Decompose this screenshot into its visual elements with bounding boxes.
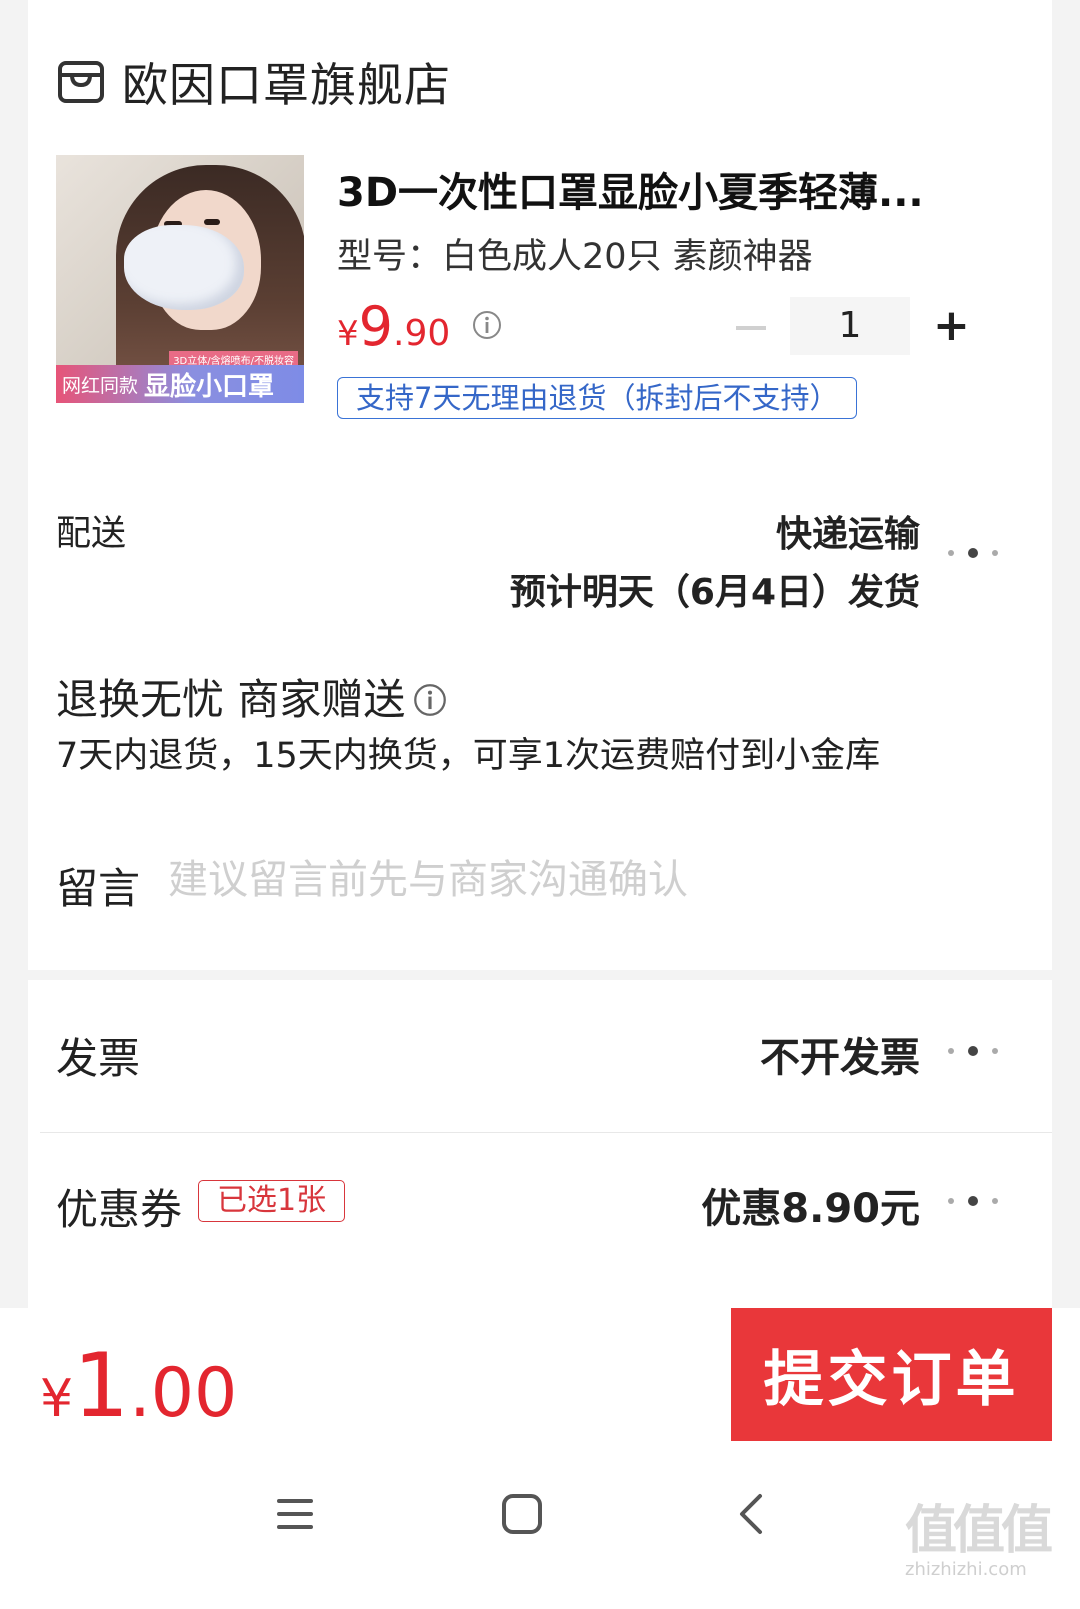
order-card: 欧因口罩旗舰店 3D立体/含熔喷布/不脱妆容 网红同款 显脸小口罩 3D一次性口…: [28, 0, 1052, 970]
delivery-more-icon[interactable]: [948, 548, 998, 558]
divider: [40, 1132, 1052, 1133]
quantity-input[interactable]: [790, 297, 910, 355]
shop-name: 欧因口罩旗舰店: [122, 58, 451, 112]
coupon-value[interactable]: 优惠8.90元: [701, 1176, 920, 1234]
invoice-more-icon[interactable]: [948, 1046, 998, 1056]
product-spec: 型号：白色成人20只 素颜神器: [337, 237, 813, 277]
shop-header[interactable]: 欧因口罩旗舰店: [56, 50, 451, 114]
coupon-selected-badge: 已选1张: [198, 1180, 346, 1222]
guarantee-info-icon[interactable]: [413, 683, 447, 717]
menu-icon: [277, 1499, 313, 1529]
total-integer: 1: [73, 1334, 130, 1437]
home-square-icon: [502, 1494, 542, 1534]
invoice-label: 发票: [56, 1034, 141, 1083]
note-label: 留言: [56, 864, 141, 913]
guarantee-title-text: 退换无忧 商家赠送: [56, 675, 406, 724]
watermark-logo: 值值值: [905, 1501, 1053, 1561]
thumb-banner-main: 显脸小口罩: [144, 371, 275, 402]
delivery-eta[interactable]: 预计明天（6月4日）发货: [510, 563, 920, 615]
order-total: ¥ 1 .00: [40, 1334, 237, 1437]
quantity-increase-button[interactable]: +: [933, 304, 970, 348]
total-decimal: .00: [129, 1354, 238, 1433]
checkout-bar: ¥ 1 .00 提交订单: [0, 1308, 1080, 1443]
watermark: 值值值 zhizhizhi.com: [905, 1488, 1053, 1580]
back-chevron-icon: [740, 1494, 762, 1534]
price-decimal: .90: [393, 313, 451, 354]
invoice-value[interactable]: 不开发票: [760, 1025, 920, 1083]
guarantee-title: 退换无忧 商家赠送: [56, 666, 447, 727]
order-confirm-page: 欧因口罩旗舰店 3D立体/含熔喷布/不脱妆容 网红同款 显脸小口罩 3D一次性口…: [0, 0, 1080, 1609]
price-integer: 9: [358, 295, 393, 358]
recent-apps-button[interactable]: [260, 1479, 330, 1549]
price-info-icon[interactable]: [472, 310, 502, 340]
thumb-banner-tag: 网红同款: [62, 374, 139, 397]
coupon-more-icon[interactable]: [948, 1196, 998, 1206]
invoice-coupon-card: 发票 不开发票 优惠券 已选1张 优惠8.90元: [28, 980, 1052, 1310]
guarantee-description: 7天内退货，15天内换货，可享1次运费赔付到小金库: [56, 736, 881, 776]
shop-icon: [58, 61, 104, 103]
product-price: ¥ 9 .90: [337, 295, 502, 358]
submit-order-button[interactable]: 提交订单: [731, 1308, 1052, 1441]
delivery-label: 配送: [56, 514, 127, 554]
total-currency: ¥: [40, 1369, 74, 1429]
product-title[interactable]: 3D一次性口罩显脸小夏季轻薄...: [337, 160, 977, 218]
back-button[interactable]: [716, 1479, 786, 1549]
coupon-label: 优惠券: [56, 1185, 183, 1234]
price-currency: ¥: [337, 314, 359, 354]
quantity-decrease-button[interactable]: [736, 326, 766, 330]
home-button[interactable]: [487, 1479, 557, 1549]
product-thumbnail[interactable]: 3D立体/含熔喷布/不脱妆容 网红同款 显脸小口罩: [56, 155, 304, 403]
thumb-banner: 3D立体/含熔喷布/不脱妆容 网红同款 显脸小口罩: [56, 347, 304, 403]
delivery-method[interactable]: 快递运输: [776, 505, 920, 557]
note-input[interactable]: [168, 850, 988, 910]
return-policy-badge: 支持7天无理由退货（拆封后不支持）: [337, 377, 858, 419]
